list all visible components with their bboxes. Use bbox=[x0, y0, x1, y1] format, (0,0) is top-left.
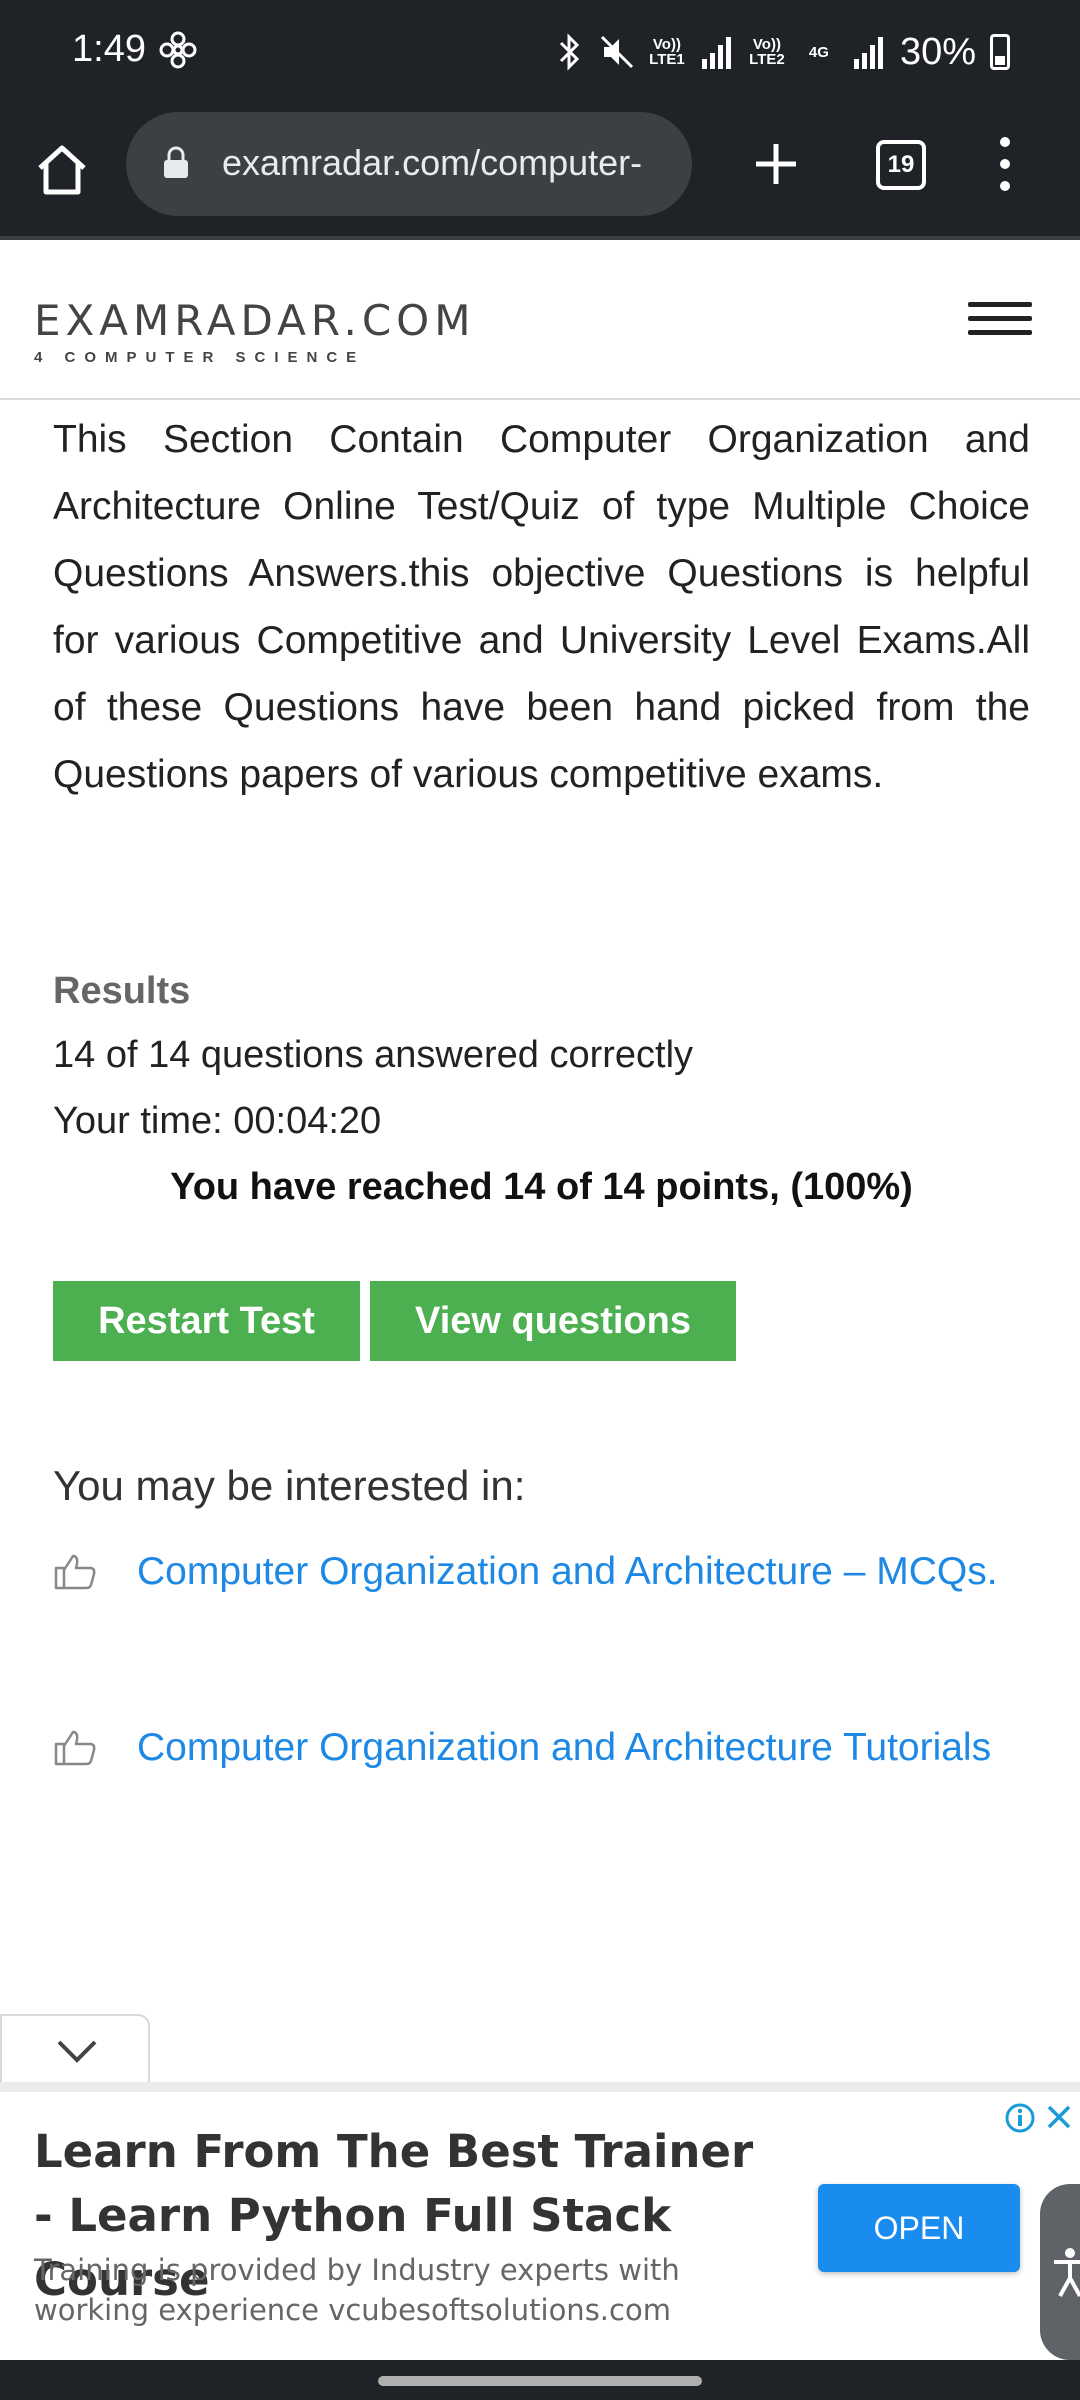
network-lte2-label: Vo)) LTE2 bbox=[749, 36, 785, 68]
site-logo[interactable]: EXAMRADAR.COM 4 COMPUTER SCIENCE bbox=[34, 296, 475, 366]
results-correct-count: 14 of 14 questions answered correctly bbox=[53, 1034, 694, 1076]
system-nav-bar bbox=[0, 2360, 1080, 2400]
home-gesture-pill[interactable] bbox=[378, 2376, 702, 2386]
ad-open-button[interactable]: OPEN bbox=[818, 2184, 1020, 2272]
ad-banner[interactable]: Learn From The Best Trainer - Learn Pyth… bbox=[0, 2092, 1080, 2360]
thumbs-up-icon bbox=[54, 1554, 96, 1590]
mute-icon bbox=[600, 35, 633, 69]
signal-icon bbox=[701, 37, 731, 69]
site-header: EXAMRADAR.COM 4 COMPUTER SCIENCE bbox=[0, 240, 1080, 400]
logo-tagline: 4 COMPUTER SCIENCE bbox=[34, 349, 366, 366]
fan-icon bbox=[159, 31, 197, 69]
network-lte1-label: Vo)) LTE1 bbox=[649, 36, 685, 68]
restart-test-button[interactable]: Restart Test bbox=[53, 1281, 360, 1361]
results-heading: Results bbox=[53, 970, 191, 1012]
hamburger-menu-icon[interactable] bbox=[968, 302, 1032, 338]
new-tab-icon[interactable] bbox=[748, 136, 804, 192]
related-link-mcqs[interactable]: Computer Organization and Architecture –… bbox=[53, 1528, 1030, 1616]
browser-toolbar: examradar.com/computer- 19 bbox=[0, 108, 1080, 238]
results-time: Your time: 00:04:20 bbox=[53, 1100, 382, 1142]
logo-main-text: EXAMRADAR.COM bbox=[34, 296, 476, 345]
results-points: You have reached 14 of 14 points, (100%) bbox=[170, 1166, 913, 1208]
more-options-icon[interactable] bbox=[990, 132, 1020, 196]
thumbs-up-icon bbox=[54, 1730, 96, 1766]
accessibility-button[interactable] bbox=[1040, 2184, 1080, 2360]
status-time: 1:49 bbox=[72, 28, 146, 70]
related-link-label[interactable]: Computer Organization and Architecture –… bbox=[137, 1550, 998, 1593]
url-text[interactable]: examradar.com/computer- bbox=[222, 142, 682, 184]
chevron-down-icon bbox=[57, 2040, 97, 2063]
view-questions-button[interactable]: View questions bbox=[370, 1281, 736, 1361]
ad-divider bbox=[0, 2082, 1080, 2092]
ad-info-icon[interactable] bbox=[1004, 2102, 1036, 2134]
related-link-tutorials[interactable]: Computer Organization and Architecture T… bbox=[53, 1704, 1030, 1792]
tab-switcher-button[interactable]: 19 bbox=[876, 140, 926, 190]
status-icons: Vo)) LTE1 Vo)) LTE2 4G 30% bbox=[552, 26, 1010, 78]
interest-heading: You may be interested in: bbox=[53, 1462, 526, 1509]
accessibility-icon bbox=[1054, 2248, 1080, 2297]
collapse-ad-tab[interactable] bbox=[0, 2014, 150, 2084]
battery-percent: 30% bbox=[899, 30, 976, 73]
lock-icon[interactable] bbox=[162, 146, 190, 180]
bluetooth-icon bbox=[559, 33, 580, 71]
intro-paragraph: This Section Contain Computer Organizati… bbox=[53, 418, 1030, 796]
network-4g-label: 4G bbox=[808, 43, 829, 61]
battery-icon bbox=[990, 34, 1010, 70]
ad-description[interactable]: Training is provided by Industry experts… bbox=[34, 2250, 794, 2330]
home-icon[interactable] bbox=[30, 138, 94, 202]
status-bar: 1:49 Vo)) LTE1 Vo)) LTE2 4G 30% bbox=[0, 0, 1080, 108]
related-link-label[interactable]: Computer Organization and Architecture T… bbox=[137, 1726, 991, 1769]
signal-icon bbox=[853, 37, 883, 69]
ad-close-icon[interactable] bbox=[1044, 2102, 1074, 2132]
url-bar[interactable]: examradar.com/computer- bbox=[126, 112, 692, 216]
